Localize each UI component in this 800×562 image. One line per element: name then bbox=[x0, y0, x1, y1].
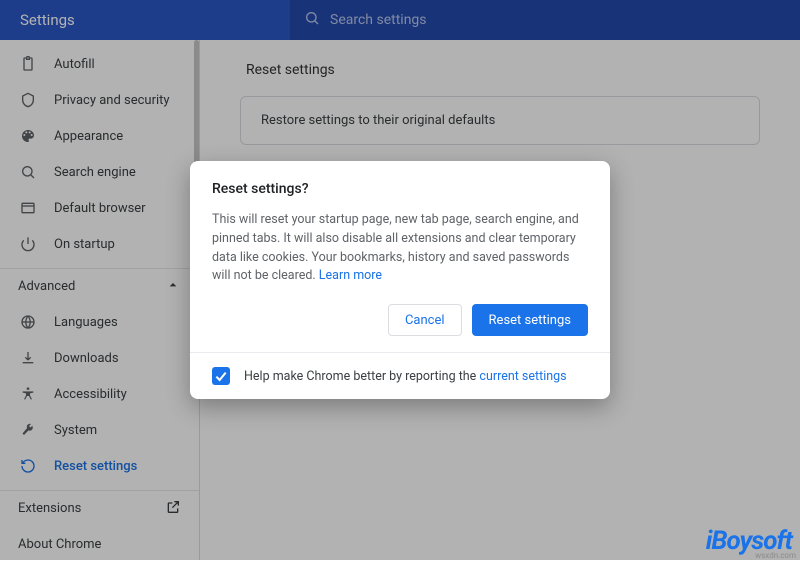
dialog-text: This will reset your startup page, new t… bbox=[212, 211, 588, 286]
help-text: Help make Chrome better by reporting the… bbox=[244, 369, 567, 384]
reset-dialog: Reset settings? This will reset your sta… bbox=[190, 161, 610, 399]
reset-button[interactable]: Reset settings bbox=[472, 304, 588, 336]
check-icon bbox=[213, 368, 229, 384]
help-checkbox[interactable] bbox=[212, 367, 230, 385]
learn-more-link[interactable]: Learn more bbox=[319, 268, 382, 283]
cancel-button[interactable]: Cancel bbox=[388, 304, 462, 336]
current-settings-link[interactable]: current settings bbox=[479, 369, 566, 384]
modal-overlay: Reset settings? This will reset your sta… bbox=[0, 0, 800, 560]
dialog-title: Reset settings? bbox=[212, 181, 588, 197]
